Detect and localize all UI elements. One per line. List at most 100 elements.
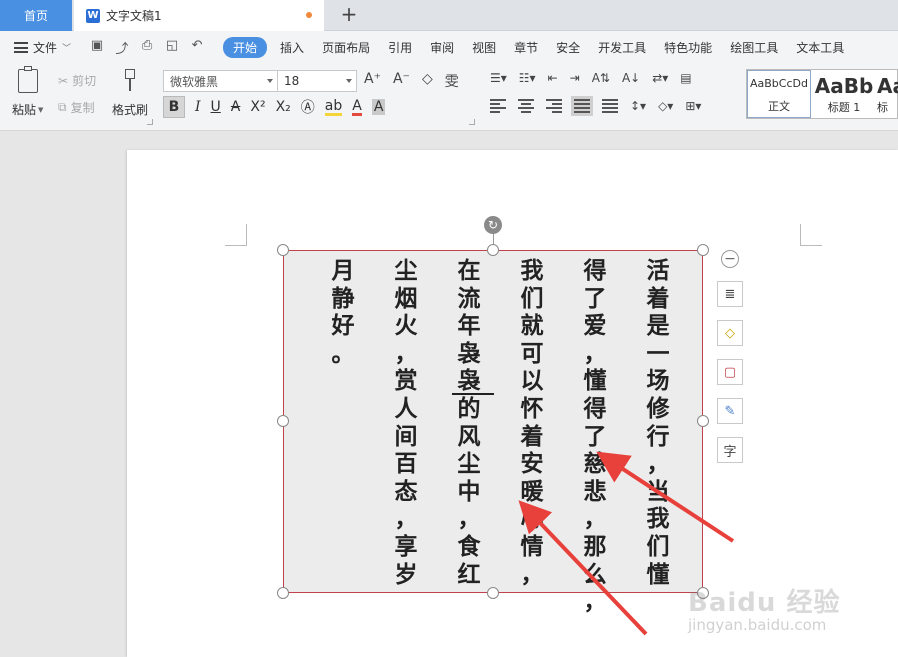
italic-button[interactable]: I <box>195 99 201 115</box>
align-center-icon[interactable] <box>518 99 534 113</box>
file-menu[interactable]: 文件 ﹀ <box>14 39 71 56</box>
style-heading-2[interactable]: Aa 标 <box>877 70 898 118</box>
fill-icon[interactable]: ◇ <box>717 320 743 346</box>
align-left-icon[interactable] <box>490 99 506 113</box>
borders-icon[interactable]: ⊞▾ <box>685 99 701 113</box>
resize-handle-n[interactable] <box>487 244 499 256</box>
highlight-icon[interactable]: ab <box>324 99 343 116</box>
distributed-icon[interactable] <box>602 99 618 113</box>
layout-options-icon[interactable]: ≣ <box>717 281 743 307</box>
font-format-row: B I U A X² X₂ Ⓐ ab A A <box>163 96 386 118</box>
tab-security[interactable]: 安全 <box>547 39 589 56</box>
show-marks-icon[interactable]: ▤ <box>680 71 691 85</box>
underline-button[interactable]: U <box>211 99 221 115</box>
new-tab-button[interactable]: + <box>338 4 360 26</box>
margin-mark-top-left <box>225 224 247 246</box>
font-color-icon[interactable]: A <box>352 99 362 116</box>
tab-text-tools[interactable]: 文本工具 <box>787 39 853 56</box>
style-heading-2-label: 标 <box>877 101 888 114</box>
outline-icon[interactable]: ▢ <box>717 359 743 385</box>
undo-icon[interactable]: ↶ <box>189 38 205 57</box>
superscript-icon[interactable]: X² <box>250 99 265 115</box>
tab-start[interactable]: 开始 <box>223 36 268 58</box>
scissors-icon: ✂ <box>58 73 69 88</box>
copy-icon: ⧉ <box>58 100 67 114</box>
sort-icon[interactable]: A↓ <box>622 71 640 85</box>
resize-handle-nw[interactable] <box>277 244 289 256</box>
styles-gallery: AaBbCcDd 正文 AaBb 标题 1 Aa 标 <box>746 69 898 119</box>
resize-handle-w[interactable] <box>277 415 289 427</box>
tab-section[interactable]: 章节 <box>505 39 547 56</box>
style-heading-1[interactable]: AaBb 标题 1 <box>813 70 875 118</box>
line-break-icon[interactable]: ⇄▾ <box>652 71 668 85</box>
text-column: 我们就可以怀着安暖心情， <box>520 258 544 588</box>
caret-down-icon: ▼ <box>38 105 44 114</box>
text-column: 得了爱，懂得了慈悲，那么， <box>583 258 607 616</box>
cut-button[interactable]: ✂ 剪切 <box>58 72 96 89</box>
text-column: 活着是一场修行，当我们懂 <box>646 258 670 588</box>
justify-icon[interactable] <box>571 96 593 116</box>
resize-handle-sw[interactable] <box>277 587 289 599</box>
text-format-icon[interactable]: 字 <box>717 437 743 463</box>
line-spacing-icon[interactable]: ↕▾ <box>630 99 646 113</box>
shading-icon[interactable]: ◇▾ <box>658 99 673 113</box>
hamburger-icon <box>14 41 28 53</box>
align-right-icon[interactable] <box>546 99 562 113</box>
decrease-indent-icon[interactable]: ⇤ <box>548 71 558 85</box>
font-name-select[interactable]: 微软雅黑 <box>163 70 278 92</box>
tab-review[interactable]: 审阅 <box>421 39 463 56</box>
chevron-down-icon: ﹀ <box>62 43 72 54</box>
tab-insert[interactable]: 插入 <box>271 39 313 56</box>
text-direction-icon[interactable]: A⇅ <box>592 71 610 85</box>
clear-format-icon[interactable]: ◇ <box>422 71 433 91</box>
paste-button[interactable]: 粘贴 ▼ <box>12 66 44 118</box>
collapse-icon[interactable]: − <box>721 250 739 268</box>
group-expander-icon[interactable] <box>469 119 475 125</box>
text-effect-icon[interactable]: Ⓐ <box>301 97 315 117</box>
text-column: 在流年袅袅的风尘中，食红 <box>457 258 481 588</box>
tab-page-layout[interactable]: 页面布局 <box>313 39 379 56</box>
style-normal-preview: AaBbCcDd <box>750 77 808 90</box>
char-shading-icon[interactable]: A <box>371 99 386 115</box>
edit-brush-icon[interactable]: ✎ <box>717 398 743 424</box>
text-column: 月静好。 <box>331 258 355 367</box>
shrink-font-icon[interactable]: A⁻ <box>393 71 410 91</box>
tab-references[interactable]: 引用 <box>379 39 421 56</box>
tab-drawing-tools[interactable]: 绘图工具 <box>721 39 787 56</box>
tab-document[interactable]: W 文字文稿1 <box>74 0 324 31</box>
print-preview-icon[interactable]: ◱ <box>164 38 180 57</box>
tab-developer[interactable]: 开发工具 <box>589 39 655 56</box>
tab-home[interactable]: 首页 <box>0 0 72 31</box>
ribbon-tabs: 开始 插入 页面布局 引用 审阅 视图 章节 安全 开发工具 特色功能 绘图工具… <box>219 36 853 58</box>
bold-button[interactable]: B <box>163 96 185 118</box>
export-icon[interactable]: ⤴ <box>114 38 130 57</box>
style-heading-2-preview: Aa <box>877 74 898 98</box>
numbered-list-icon[interactable]: ☷▾ <box>519 71 536 85</box>
grow-font-icon[interactable]: A⁺ <box>364 71 381 91</box>
wps-writer-icon: W <box>86 8 100 23</box>
increase-indent-icon[interactable]: ⇥ <box>570 71 580 85</box>
font-size-select[interactable]: 18 <box>277 70 357 92</box>
style-normal[interactable]: AaBbCcDd 正文 <box>747 70 811 118</box>
print-icon[interactable]: ⎙ <box>139 38 155 57</box>
resize-handle-s[interactable] <box>487 587 499 599</box>
text-cursor-line <box>452 393 494 395</box>
font-size-value: 18 <box>284 74 300 88</box>
quick-access-toolbar: ▣ ⤴ ⎙ ◱ ↶ <box>89 38 205 57</box>
strikethrough-icon[interactable]: A <box>231 99 241 115</box>
save-icon[interactable]: ▣ <box>89 38 105 57</box>
resize-handle-ne[interactable] <box>697 244 709 256</box>
resize-handle-e[interactable] <box>697 415 709 427</box>
floating-toolbar: − ≣ ◇ ▢ ✎ 字 <box>717 250 743 463</box>
style-heading-1-preview: AaBb <box>814 74 874 98</box>
subscript-icon[interactable]: X₂ <box>276 99 291 115</box>
copy-button[interactable]: ⧉ 复制 <box>58 99 95 116</box>
chevron-down-icon <box>346 79 352 83</box>
format-painter-button[interactable]: 格式刷 <box>112 69 148 118</box>
rotate-handle-icon[interactable]: ↻ <box>484 216 502 234</box>
phonetic-guide-icon[interactable]: 雯 <box>445 71 459 91</box>
tab-features[interactable]: 特色功能 <box>655 39 721 56</box>
bullet-list-icon[interactable]: ☰▾ <box>490 71 507 85</box>
group-expander-icon[interactable] <box>147 119 153 125</box>
tab-view[interactable]: 视图 <box>463 39 505 56</box>
